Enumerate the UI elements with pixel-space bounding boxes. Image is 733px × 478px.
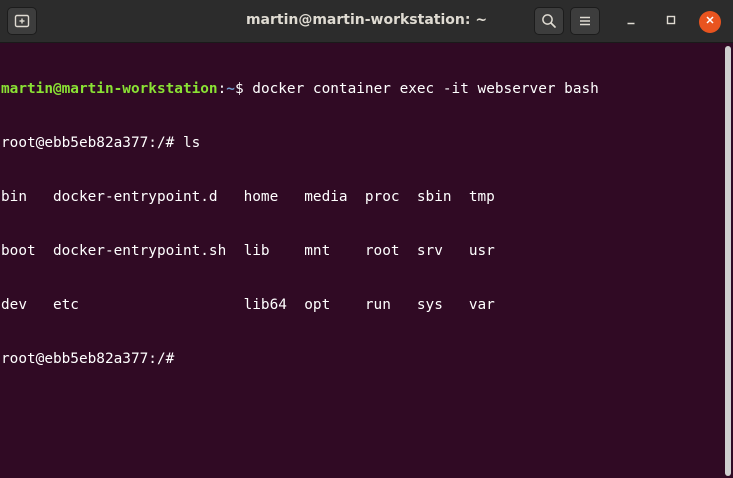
new-tab-icon bbox=[14, 13, 30, 29]
minimize-icon bbox=[625, 13, 637, 31]
minimize-button[interactable] bbox=[620, 11, 642, 33]
terminal-output[interactable]: martin@martin-workstation:~$ docker cont… bbox=[0, 44, 723, 478]
terminal-line-command: martin@martin-workstation:~$ docker cont… bbox=[1, 80, 723, 98]
prompt-path: ~ bbox=[226, 81, 235, 97]
scrollbar-thumb[interactable] bbox=[725, 46, 731, 476]
search-icon bbox=[541, 13, 557, 29]
maximize-button[interactable] bbox=[660, 11, 682, 33]
command-text: docker container exec -it webserver bash bbox=[252, 81, 599, 97]
terminal-window: martin@martin-workstation: ~ martin@mart… bbox=[0, 0, 733, 478]
new-tab-button[interactable] bbox=[7, 7, 37, 35]
maximize-icon bbox=[665, 13, 677, 31]
close-icon bbox=[704, 13, 716, 31]
window-title: martin@martin-workstation: ~ bbox=[245, 12, 488, 28]
terminal-line-prompt: root@ebb5eb82a377:/# bbox=[1, 351, 175, 367]
scrollbar[interactable] bbox=[723, 44, 733, 478]
hamburger-menu-icon bbox=[578, 14, 592, 28]
close-button[interactable] bbox=[699, 11, 721, 33]
ls-output-row: bin docker-entrypoint.d home media proc … bbox=[1, 189, 495, 205]
prompt-user-host: martin@martin-workstation bbox=[1, 81, 218, 97]
ls-output-row: dev etc lib64 opt run sys var bbox=[1, 297, 495, 313]
menu-button[interactable] bbox=[570, 7, 600, 35]
search-button[interactable] bbox=[534, 7, 564, 35]
prompt-separator: : bbox=[217, 81, 227, 97]
prompt-symbol: $ bbox=[234, 81, 253, 97]
title-bar[interactable]: martin@martin-workstation: ~ bbox=[0, 0, 733, 43]
ls-output-row: boot docker-entrypoint.sh lib mnt root s… bbox=[1, 243, 495, 259]
terminal-line-ls: root@ebb5eb82a377:/# ls bbox=[1, 135, 201, 151]
